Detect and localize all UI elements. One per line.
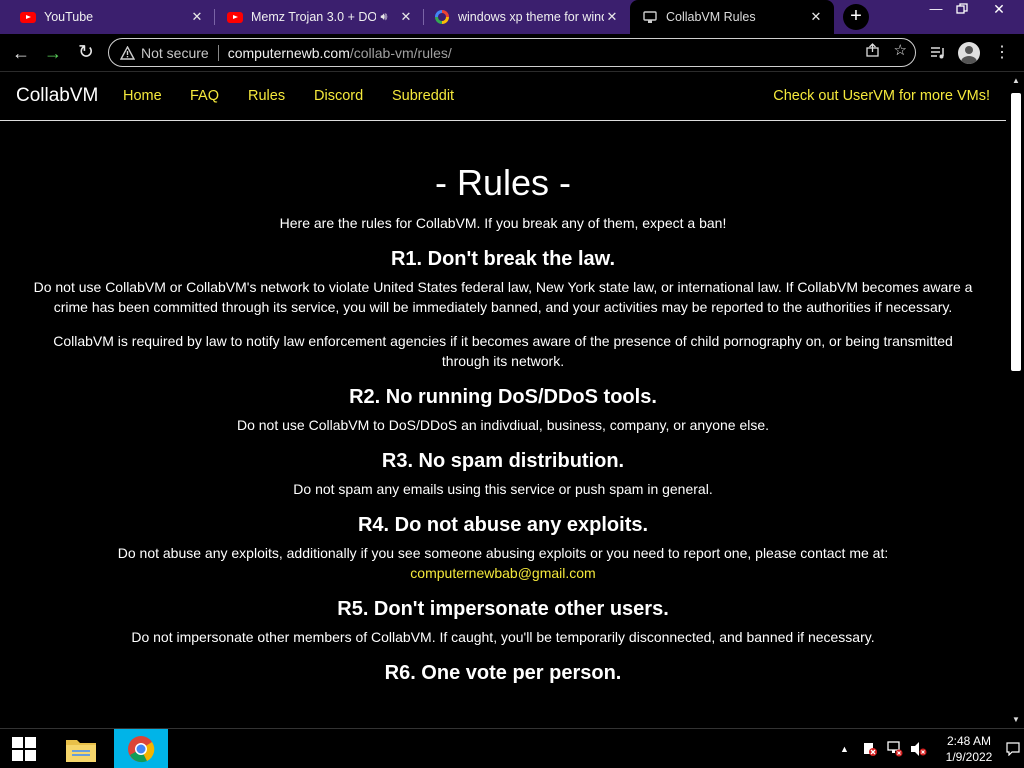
- show-hidden-icons[interactable]: ▲: [840, 729, 852, 768]
- scroll-down-icon[interactable]: ▼: [1008, 712, 1024, 728]
- address-bar[interactable]: Not secure computernewb.com/collab-vm/ru…: [108, 38, 916, 67]
- close-tab-icon[interactable]: ✕: [808, 9, 824, 25]
- forward-icon[interactable]: →: [40, 40, 66, 66]
- new-tab-button[interactable]: +: [843, 4, 869, 30]
- tab-title: CollabVM Rules: [666, 10, 756, 24]
- tab-youtube[interactable]: YouTube ✕: [0, 0, 215, 34]
- windows-start-icon[interactable]: [0, 729, 48, 768]
- rule-heading: R5. Don't impersonate other users.: [337, 598, 669, 620]
- share-icon[interactable]: [865, 43, 880, 62]
- warning-icon[interactable]: [119, 45, 135, 61]
- rule-text: Do not impersonate other members of Coll…: [131, 629, 875, 645]
- volume-muted-icon[interactable]: [910, 729, 928, 768]
- tab-strip: YouTube ✕ Memz Trojan 3.0 + DO 🔊︎ ✕ wind…: [0, 0, 1024, 34]
- nav-discord[interactable]: Discord: [314, 88, 363, 104]
- system-clock[interactable]: 2:48 AM 1/9/2022: [930, 733, 1008, 765]
- tab-title: YouTube: [44, 10, 94, 24]
- close-tab-icon[interactable]: ✕: [189, 9, 205, 25]
- reload-icon[interactable]: ↻: [73, 40, 99, 66]
- url-path: /collab-vm/rules/: [349, 44, 452, 61]
- google-icon: [434, 9, 450, 25]
- chrome-taskbar-icon[interactable]: [114, 729, 168, 768]
- nav-home[interactable]: Home: [123, 88, 162, 104]
- nav-faq[interactable]: FAQ: [190, 88, 219, 104]
- url-host: computernewb.com: [227, 44, 350, 61]
- site-navbar: CollabVM Home FAQ Rules Discord Subreddi…: [0, 73, 1006, 121]
- tab-memz[interactable]: Memz Trojan 3.0 + DO 🔊︎ ✕: [215, 0, 424, 34]
- rule-heading: R2. No running DoS/DDoS tools.: [349, 386, 657, 408]
- uservm-link[interactable]: Check out UserVM for more VMs!: [773, 88, 990, 104]
- rule-heading: R1. Don't break the law.: [390, 248, 616, 270]
- rule-text: Do not abuse any exploits, additionally …: [0, 543, 1006, 583]
- menu-kebab-icon[interactable]: ⋮: [990, 40, 1014, 66]
- scrollbar-thumb[interactable]: [1011, 93, 1021, 371]
- bookmark-star-icon[interactable]: ☆: [894, 43, 907, 62]
- youtube-icon: [20, 9, 36, 25]
- browser-toolbar: ← → ↻ Not secure computernewb.com/collab…: [0, 34, 1024, 72]
- nav-rules[interactable]: Rules: [248, 88, 285, 104]
- rule-text: Do not use CollabVM or CollabVM's networ…: [33, 279, 973, 315]
- tab-title: windows xp theme for wind: [458, 10, 604, 24]
- media-control-icon[interactable]: [926, 40, 950, 66]
- taskbar: ▲ 2:48 AM 1/9/2022: [0, 728, 1024, 768]
- nav-subreddit[interactable]: Subreddit: [392, 88, 454, 104]
- intro-text: Here are the rules for CollabVM. If you …: [279, 215, 727, 231]
- rule-text: Do not spam any emails using this servic…: [293, 481, 713, 497]
- close-tab-icon[interactable]: ✕: [604, 9, 620, 25]
- tab-collabvm-rules[interactable]: CollabVM Rules ✕: [630, 0, 834, 34]
- youtube-icon: [227, 9, 243, 25]
- rules-content: - Rules - Here are the rules for CollabV…: [0, 161, 1006, 691]
- rule-heading: R4. Do not abuse any exploits.: [357, 514, 649, 536]
- tab-google[interactable]: windows xp theme for wind ✕: [424, 0, 630, 34]
- rule-heading: R6. One vote per person.: [384, 662, 622, 684]
- rule-text-body: Do not abuse any exploits, additionally …: [117, 545, 889, 561]
- rule-heading: R3. No spam distribution.: [381, 450, 625, 472]
- network-icon[interactable]: [886, 729, 904, 768]
- clock-date: 1/9/2022: [945, 750, 993, 764]
- web-page: CollabVM Home FAQ Rules Discord Subreddi…: [0, 73, 1008, 728]
- page-scrollbar[interactable]: ▲ ▼: [1008, 73, 1024, 728]
- action-center-alert-icon[interactable]: [862, 729, 878, 768]
- speaker-icon[interactable]: 🔊︎: [376, 11, 392, 24]
- restore-icon[interactable]: [945, 0, 979, 20]
- contact-email-link[interactable]: computernewbab@gmail.com: [410, 565, 595, 581]
- security-status[interactable]: Not secure: [141, 45, 209, 61]
- tab-title: Memz Trojan 3.0 + DO: [251, 10, 376, 24]
- close-tab-icon[interactable]: ✕: [398, 9, 414, 25]
- page-title: - Rules -: [434, 162, 572, 203]
- rule-text: CollabVM is required by law to notify la…: [53, 333, 953, 369]
- clock-time: 2:48 AM: [946, 734, 992, 748]
- back-icon[interactable]: ←: [8, 40, 34, 66]
- collabvm-icon: [642, 9, 658, 25]
- close-window-icon[interactable]: ✕: [982, 0, 1016, 20]
- rule-text: Do not use CollabVM to DoS/DDoS an indiv…: [236, 417, 770, 433]
- profile-avatar[interactable]: [958, 40, 982, 66]
- scroll-up-icon[interactable]: ▲: [1008, 73, 1024, 89]
- notifications-icon[interactable]: [1006, 729, 1020, 768]
- site-brand[interactable]: CollabVM: [16, 85, 98, 107]
- file-explorer-icon[interactable]: [56, 729, 106, 768]
